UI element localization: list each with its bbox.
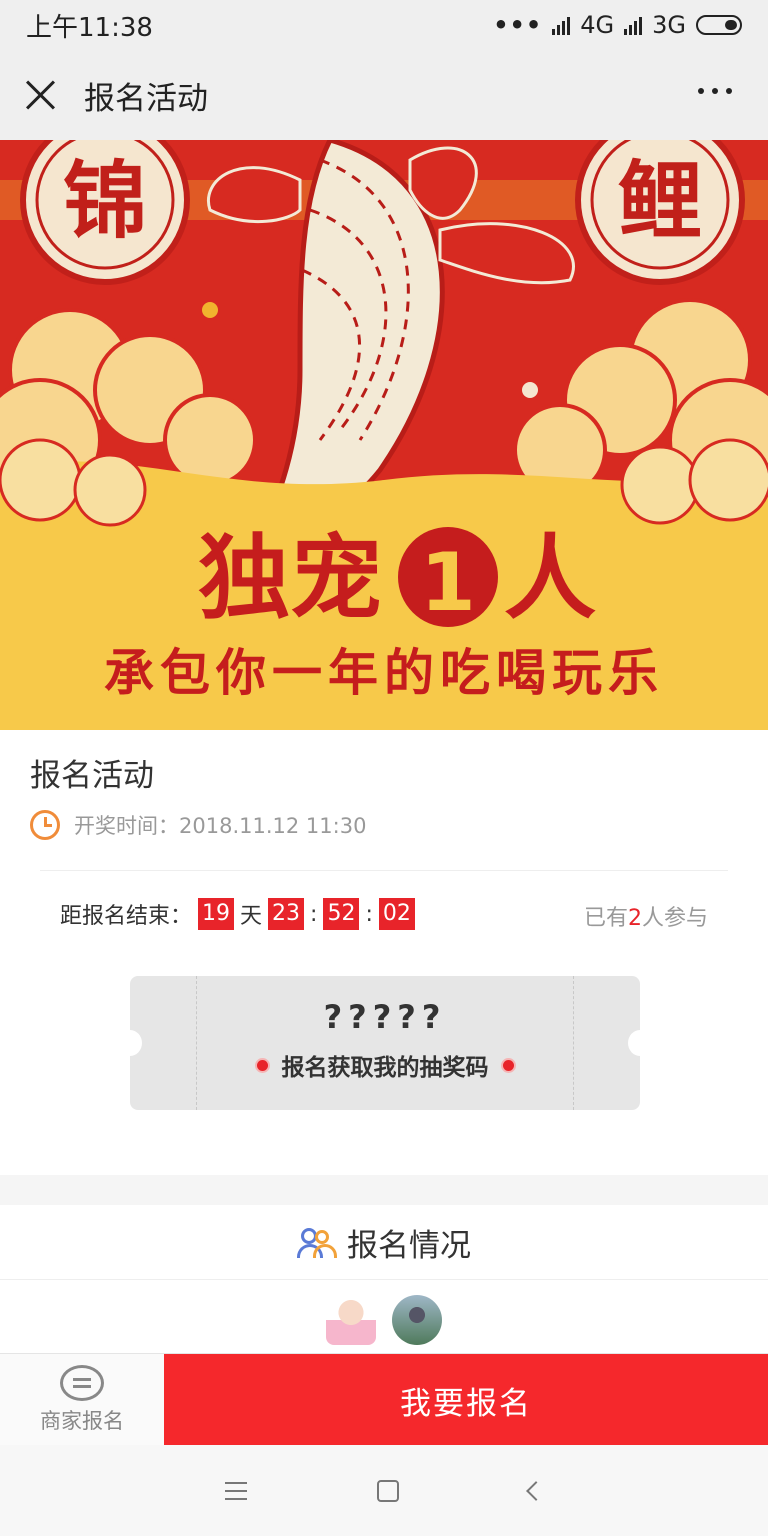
divider: [40, 870, 728, 871]
countdown-sep-2: :: [365, 901, 373, 927]
headline-part-a: 独宠: [198, 525, 382, 632]
participants-suffix: 人参与: [641, 906, 708, 931]
merchant-signup-label: 商家报名: [40, 1409, 124, 1433]
red-dot-icon: [502, 1059, 514, 1071]
back-icon[interactable]: [526, 1480, 546, 1501]
lottery-ticket[interactable]: ????? 报名获取我的抽奖码: [118, 976, 652, 1110]
countdown-seconds: 02: [378, 898, 415, 930]
section-gap: [0, 1175, 768, 1205]
signup-button[interactable]: 我要报名: [164, 1354, 768, 1446]
signal-icon-2: [624, 15, 643, 35]
banner-art: 锦 鲤 独宠 1 人 承包你一年的吃喝玩乐: [0, 140, 768, 730]
menu-icon[interactable]: [225, 1481, 247, 1500]
status-time: 上午11:38: [26, 12, 153, 43]
draw-time: 开奖时间：2018.11.12 11:30: [74, 814, 367, 838]
countdown: 距报名结束： 19 天 23 : 52 : 02: [60, 898, 415, 930]
more-menu-icon[interactable]: [698, 88, 732, 94]
battery-icon: [696, 15, 742, 35]
red-dot-icon: [256, 1059, 268, 1071]
ticket-dash-right: [573, 976, 574, 1110]
participants-prefix: 已有: [583, 906, 628, 931]
status-bar: 上午11:38 ••• 4G 3G: [0, 0, 768, 50]
countdown-days-unit: 天: [240, 904, 263, 929]
banner-image: 锦 鲤 独宠 1 人 承包你一年的吃喝玩乐: [0, 140, 768, 730]
avatar[interactable]: [326, 1295, 376, 1345]
clock-icon: [30, 810, 60, 840]
people-icon: [297, 1226, 337, 1258]
draw-time-row: 开奖时间：2018.11.12 11:30: [30, 810, 366, 840]
network-3g: 3G: [652, 11, 686, 39]
registration-title: 报名情况: [347, 1227, 471, 1264]
event-title: 报名活动: [30, 758, 154, 794]
title-bar: 报名活动: [0, 50, 768, 140]
chat-icon: [60, 1365, 104, 1401]
close-icon[interactable]: [24, 79, 56, 111]
participants-number: 2: [627, 906, 642, 931]
network-4g: 4G: [580, 11, 615, 39]
countdown-sep-1: :: [310, 901, 318, 927]
ticket-dash-left: [196, 976, 197, 1110]
ticket-hint-row: 报名获取我的抽奖码: [130, 1048, 640, 1082]
headline-number: 1: [420, 536, 476, 629]
lottery-code: ?????: [323, 998, 447, 1036]
seal-left-text: 锦: [63, 152, 147, 250]
bottom-action-bar: 商家报名 我要报名: [0, 1353, 768, 1446]
countdown-hours: 23: [268, 898, 305, 930]
countdown-days: 19: [198, 898, 235, 930]
signal-icon: [552, 15, 571, 35]
merchant-signup-button[interactable]: 商家报名: [0, 1354, 164, 1446]
more-dots-icon: •••: [493, 11, 543, 39]
system-nav-bar: [0, 1445, 768, 1536]
headline-subline: 承包你一年的吃喝玩乐: [104, 644, 664, 702]
avatar[interactable]: [392, 1295, 442, 1345]
participant-avatars: [326, 1295, 442, 1345]
page-title: 报名活动: [84, 80, 208, 117]
registration-header: 报名情况: [0, 1205, 768, 1280]
home-icon[interactable]: [377, 1479, 399, 1502]
seal-right-text: 鲤: [618, 152, 702, 250]
countdown-label: 距报名结束：: [60, 904, 193, 929]
headline-part-b: 人: [504, 525, 596, 632]
countdown-minutes: 52: [323, 898, 360, 930]
status-icons: ••• 4G 3G: [493, 11, 742, 39]
participants-count: 已有2人参与: [584, 900, 708, 932]
ticket-hint: 报名获取我的抽奖码: [281, 1055, 489, 1081]
